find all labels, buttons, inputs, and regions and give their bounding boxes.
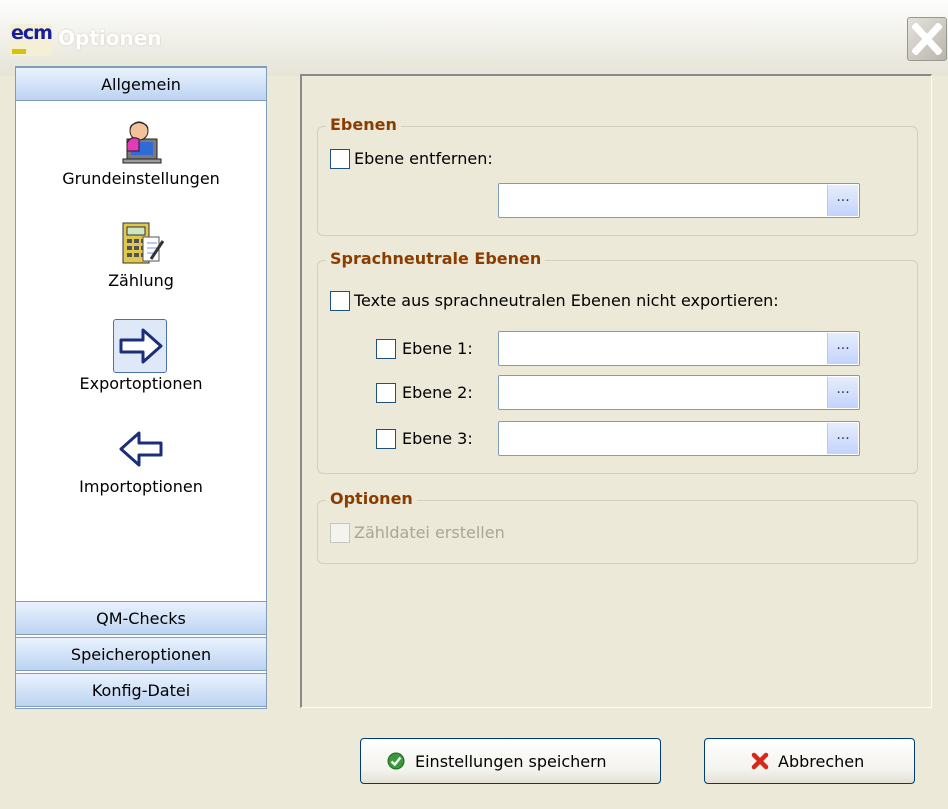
ebene-2-label: Ebene 2: bbox=[402, 383, 473, 402]
texte-nicht-exportieren-label: Texte aus sprachneutralen Ebenen nicht e… bbox=[354, 291, 779, 310]
group-title: Optionen bbox=[326, 489, 417, 508]
window-title: Optionen bbox=[58, 26, 162, 50]
browse-button[interactable]: ... bbox=[827, 185, 858, 216]
browse-button[interactable]: ... bbox=[827, 423, 858, 454]
ebene-3-label: Ebene 3: bbox=[402, 429, 473, 448]
texte-nicht-exportieren-checkbox[interactable] bbox=[330, 291, 350, 311]
nav-item-label: Grundeinstellungen bbox=[62, 169, 220, 188]
ebene-2-field: ... bbox=[498, 375, 860, 410]
nav-item-importoptionen[interactable]: Importoptionen bbox=[16, 425, 266, 525]
ebene-1-field: ... bbox=[498, 331, 860, 366]
app-logo-icon: ecm bbox=[10, 22, 53, 56]
calculator-icon bbox=[122, 222, 165, 264]
browse-button[interactable]: ... bbox=[827, 377, 858, 408]
nav-item-label: Exportoptionen bbox=[79, 374, 203, 393]
ebene-3-input[interactable] bbox=[501, 424, 829, 455]
check-icon bbox=[387, 752, 405, 770]
ebene-1-checkbox[interactable] bbox=[376, 339, 396, 359]
ebene-entfernen-checkbox[interactable] bbox=[330, 149, 350, 169]
ebene-entfernen-label: Ebene entfernen: bbox=[354, 149, 493, 168]
ebene-1-input[interactable] bbox=[501, 334, 829, 365]
red-x-icon bbox=[751, 752, 769, 770]
nav-item-exportoptionen[interactable]: Exportoptionen bbox=[16, 319, 266, 422]
options-navigator: Allgemein Grundeinstellungen Zählung Exp… bbox=[15, 66, 267, 709]
group-optionen: Optionen Zähldatei erstellen bbox=[317, 489, 918, 564]
nav-section-allgemein[interactable]: Allgemein bbox=[16, 67, 266, 101]
ebene-3-field: ... bbox=[498, 421, 860, 456]
nav-item-label: Importoptionen bbox=[79, 477, 203, 496]
group-sprachneutrale-ebenen: Sprachneutrale Ebenen Texte aus sprachne… bbox=[317, 249, 918, 474]
cancel-button[interactable]: Abbrechen bbox=[704, 738, 915, 784]
user-computer-icon bbox=[122, 121, 162, 164]
save-settings-button[interactable]: Einstellungen speichern bbox=[360, 738, 661, 784]
export-options-panel: Ebenen Ebene entfernen: ... Sprachneutra… bbox=[300, 74, 932, 708]
group-ebenen: Ebenen Ebene entfernen: ... bbox=[317, 115, 918, 236]
ebene-entfernen-field: ... bbox=[498, 183, 860, 218]
group-title: Ebenen bbox=[326, 115, 401, 134]
nav-item-grundeinstellungen[interactable]: Grundeinstellungen bbox=[16, 117, 266, 217]
close-icon bbox=[912, 23, 942, 55]
browse-button[interactable]: ... bbox=[827, 333, 858, 364]
nav-section-speicheroptionen[interactable]: Speicheroptionen bbox=[16, 637, 266, 671]
zaehldatei-erstellen-label: Zähldatei erstellen bbox=[354, 523, 505, 542]
ebene-2-input[interactable] bbox=[501, 378, 829, 409]
nav-item-label: Zählung bbox=[108, 271, 174, 290]
nav-section-konfig-datei[interactable]: Konfig-Datei bbox=[16, 673, 266, 707]
ebene-2-checkbox[interactable] bbox=[376, 383, 396, 403]
ebene-1-label: Ebene 1: bbox=[402, 339, 473, 358]
close-button[interactable] bbox=[907, 17, 947, 61]
import-arrow-icon bbox=[119, 431, 163, 467]
title-bar: ecm Optionen bbox=[0, 0, 948, 76]
cancel-label: Abbrechen bbox=[778, 752, 865, 771]
ebene-3-checkbox[interactable] bbox=[376, 429, 396, 449]
nav-item-zaehlung[interactable]: Zählung bbox=[16, 219, 266, 319]
nav-section-qm-checks[interactable]: QM-Checks bbox=[16, 601, 266, 635]
ebene-entfernen-input[interactable] bbox=[501, 186, 829, 217]
export-arrow-icon bbox=[119, 328, 163, 364]
zaehldatei-erstellen-checkbox[interactable] bbox=[330, 523, 350, 543]
options-dialog: ecm Optionen Allgemein Grundeinstellunge… bbox=[0, 0, 948, 809]
save-settings-label: Einstellungen speichern bbox=[415, 752, 607, 771]
group-title: Sprachneutrale Ebenen bbox=[326, 249, 546, 268]
